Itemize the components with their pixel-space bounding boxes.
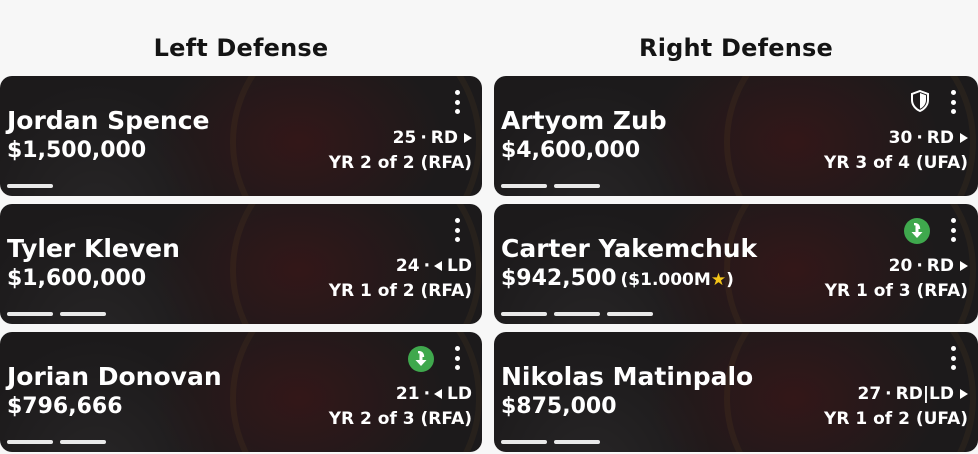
more-menu-icon[interactable] xyxy=(944,88,962,116)
right-shot-icon xyxy=(960,133,968,143)
player-age: 25 xyxy=(392,128,417,148)
right-defense-title: Right Defense xyxy=(639,34,833,62)
more-menu-icon[interactable] xyxy=(448,216,466,244)
player-name[interactable]: Nikolas Matinpalo xyxy=(501,362,753,391)
down-arrow-icon xyxy=(904,218,930,244)
player-age: 27 xyxy=(857,384,882,404)
player-card-jordan-spence[interactable]: Jordan Spence $1,500,000 25 · RD YR 2 of… xyxy=(0,76,482,196)
more-menu-icon[interactable] xyxy=(944,216,962,244)
contract-bars xyxy=(7,440,106,444)
player-name[interactable]: Tyler Kleven xyxy=(7,234,180,263)
age-position: 27 · RD|LD xyxy=(857,384,968,404)
player-card-nikolas-matinpalo[interactable]: Nikolas Matinpalo $875,000 27 · RD|LD YR… xyxy=(494,332,978,452)
contract-bars xyxy=(501,184,600,188)
contract-status: YR 3 of 4 (UFA) xyxy=(824,153,968,173)
left-shot-icon xyxy=(434,389,443,399)
player-position: LD xyxy=(447,256,472,276)
contract-bars xyxy=(501,312,653,316)
player-salary: $796,666 xyxy=(7,394,123,419)
age-position: 24 · LD xyxy=(395,256,472,276)
left-defense-title: Left Defense xyxy=(153,34,329,62)
player-salary: $942,500 ($1.000M★) xyxy=(501,266,734,291)
age-position: 30 · RD xyxy=(889,128,968,148)
left-shot-icon xyxy=(434,261,443,271)
player-position: RD xyxy=(926,128,954,148)
contract-status: YR 2 of 3 (RFA) xyxy=(328,409,472,429)
contract-bars xyxy=(501,440,600,444)
player-salary: $4,600,000 xyxy=(501,138,641,163)
contract-status: YR 1 of 2 (UFA) xyxy=(824,409,968,429)
player-name[interactable]: Jordan Spence xyxy=(7,106,210,135)
shield-icon xyxy=(910,90,930,112)
right-defense-column: Right Defense Artyom Zub $4,600,000 30 ·… xyxy=(494,0,978,454)
player-card-carter-yakemchuk[interactable]: Carter Yakemchuk $942,500 ($1.000M★) 20 ·… xyxy=(494,204,978,324)
player-age: 24 xyxy=(395,256,420,276)
player-name[interactable]: Jorian Donovan xyxy=(7,362,222,391)
player-position: RD xyxy=(926,256,954,276)
right-shot-icon xyxy=(960,261,968,271)
player-name[interactable]: Artyom Zub xyxy=(501,106,667,135)
down-arrow-icon xyxy=(408,346,434,372)
player-name[interactable]: Carter Yakemchuk xyxy=(501,234,757,263)
player-salary: $875,000 xyxy=(501,394,617,419)
right-shot-icon xyxy=(464,133,472,143)
player-age: 20 xyxy=(888,256,913,276)
player-position: RD xyxy=(430,128,458,148)
more-menu-icon[interactable] xyxy=(448,344,466,372)
age-position: 25 · RD xyxy=(393,128,472,148)
player-age: 21 xyxy=(395,384,420,404)
contract-status: YR 2 of 2 (RFA) xyxy=(328,153,472,173)
player-card-artyom-zub[interactable]: Artyom Zub $4,600,000 30 · RD YR 3 of 4 … xyxy=(494,76,978,196)
player-position: LD xyxy=(447,384,472,404)
player-card-jorian-donovan[interactable]: Jorian Donovan $796,666 21 · LD YR 2 of … xyxy=(0,332,482,452)
player-age: 30 xyxy=(888,128,913,148)
more-menu-icon[interactable] xyxy=(448,88,466,116)
contract-status: YR 1 of 2 (RFA) xyxy=(328,281,472,301)
more-menu-icon[interactable] xyxy=(944,344,962,372)
star-icon: ★ xyxy=(710,270,727,290)
bonus-salary: ($1.000M★) xyxy=(620,270,734,290)
age-position: 21 · LD xyxy=(395,384,472,404)
player-position: RD|LD xyxy=(895,384,954,404)
age-position: 20 · RD xyxy=(889,256,968,276)
player-salary: $1,600,000 xyxy=(7,266,147,291)
player-salary: $1,500,000 xyxy=(7,138,147,163)
contract-bars xyxy=(7,184,53,188)
player-card-tyler-kleven[interactable]: Tyler Kleven $1,600,000 24 · LD YR 1 of … xyxy=(0,204,482,324)
left-defense-column: Left Defense Jordan Spence $1,500,000 25… xyxy=(0,0,482,454)
contract-bars xyxy=(7,312,106,316)
contract-status: YR 1 of 3 (RFA) xyxy=(824,281,968,301)
right-shot-icon xyxy=(960,389,968,399)
